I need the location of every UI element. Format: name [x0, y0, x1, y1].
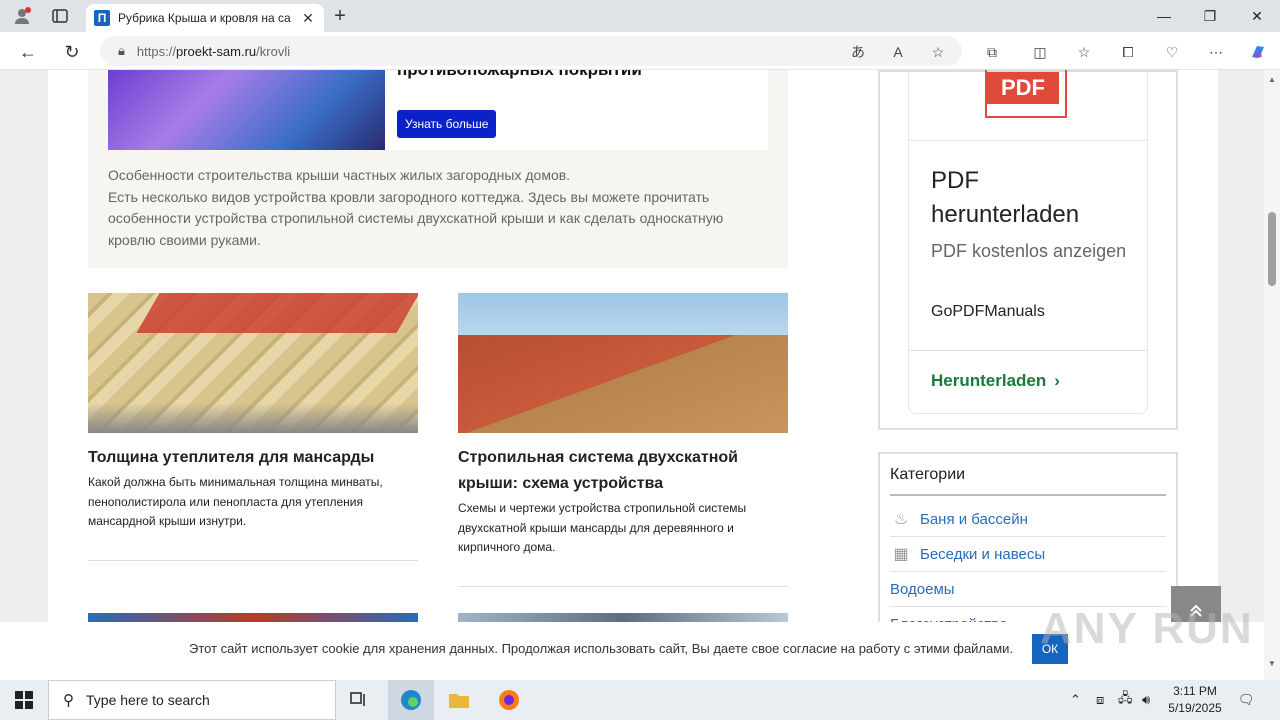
category-label[interactable]: Беседки и навесы [920, 546, 1045, 563]
category-item[interactable]: ▦ Беседки и навесы [890, 537, 1166, 572]
divider [909, 350, 1147, 351]
new-tab-icon[interactable]: + [330, 5, 350, 27]
volume-icon[interactable]: 🔊︎ [1142, 680, 1150, 720]
start-button[interactable] [0, 680, 48, 720]
favorites-icon[interactable]: ☆ [1074, 44, 1094, 60]
clock-date: 5/19/2025 [1168, 701, 1222, 715]
active-tab[interactable]: П Рубрика Крыша и кровля на са ✕ [86, 4, 324, 32]
site-favicon-icon: П [94, 10, 110, 26]
minimize-button[interactable]: — [1141, 4, 1187, 28]
split-screen-icon[interactable]: ◫ [1030, 44, 1050, 60]
category-label[interactable]: Баня и бассейн [920, 511, 1028, 528]
extensions-icon[interactable]: ⧉ [982, 44, 1002, 60]
more-menu-icon[interactable]: ⋯ [1206, 44, 1226, 60]
article-image-insulation[interactable] [88, 293, 418, 433]
scroll-down-arrow-icon[interactable]: ▼ [1264, 656, 1280, 670]
url-protocol: https:// [136, 43, 176, 59]
article-title[interactable]: Стропильная система двухскатной крыши: с… [458, 445, 788, 497]
article-description: Схемы и чертежи устройства стропильной с… [458, 501, 747, 554]
windows-taskbar: ⚲ Type here to search ⌃ ⧈ 🖧︎ 🔊︎ 3:11 PM … [0, 680, 1280, 720]
translate-icon[interactable]: あ [848, 44, 868, 60]
intro-line-2: Есть несколько видов устройства кровли з… [108, 188, 724, 248]
pdf-ad-brand: GoPDFManuals [931, 303, 1045, 320]
reload-icon[interactable]: ↻ [60, 40, 84, 64]
categories-underline [890, 494, 1166, 496]
taskbar-search-placeholder: Type here to search [86, 692, 210, 708]
taskbar-search-input[interactable]: ⚲ Type here to search [48, 680, 336, 720]
task-view-icon[interactable] [336, 680, 382, 720]
pdf-ad-card[interactable]: PDF PDF herunterladen PDF kostenlos anze… [908, 70, 1148, 414]
pdf-icon-label: PDF [987, 72, 1059, 104]
taskbar-clock[interactable]: 3:11 PM 5/19/2025 [1162, 683, 1228, 717]
categories-title: Категории [890, 466, 966, 483]
anyrun-watermark: ANY RUN [1040, 604, 1254, 653]
close-window-button[interactable]: ✕ [1234, 4, 1280, 28]
gazebo-icon: ▦ [893, 546, 909, 563]
collections-icon[interactable]: ⧠ [1118, 44, 1138, 60]
intro-text: Особенности строительства крыши частных … [108, 165, 768, 251]
favorite-star-icon[interactable]: ☆ [928, 44, 948, 60]
article-divider [88, 559, 418, 561]
page-viewport: противопожарных покрытий Узнать больше О… [0, 70, 1264, 680]
article-image-roof[interactable] [458, 293, 788, 433]
vertical-scrollbar[interactable]: ▲ ▼ [1264, 70, 1280, 680]
sauna-icon: ♨ [893, 511, 909, 528]
performance-icon[interactable]: ♡ [1162, 44, 1182, 60]
category-label[interactable]: Водоемы [890, 581, 955, 598]
address-toolbar: ← ↻ 🔒︎ https://proekt-sam.ru/krovli あ A … [0, 32, 1280, 70]
read-aloud-icon[interactable]: A [888, 44, 908, 60]
pdf-file-icon: PDF [985, 70, 1067, 118]
tab-actions-icon[interactable] [50, 6, 70, 26]
edge-taskbar-icon[interactable] [388, 680, 434, 720]
lock-icon: 🔒︎ [118, 43, 125, 58]
url-path: /krovli [256, 43, 291, 59]
page-content: противопожарных покрытий Узнать больше О… [48, 70, 1221, 680]
ad-banner[interactable]: противопожарных покрытий Узнать больше [108, 70, 768, 150]
file-explorer-icon[interactable] [436, 680, 482, 720]
copilot-icon[interactable] [1248, 44, 1268, 60]
ad-title: противопожарных покрытий [397, 70, 642, 80]
clock-time: 3:11 PM [1173, 684, 1217, 698]
back-icon[interactable]: ← [16, 40, 40, 64]
tray-device-icon[interactable]: ⧈ [1096, 680, 1104, 720]
cookie-text: Этот сайт использует cookie для хранения… [189, 641, 1014, 656]
article-description: Какой должна быть минимальная толщина ми… [88, 475, 383, 528]
profile-icon[interactable] [12, 6, 32, 26]
browser-tab-bar: П Рубрика Крыша и кровля на са ✕ + — ❐ ✕ [0, 0, 1280, 32]
search-icon: ⚲ [63, 692, 74, 709]
tab-title: Рубрика Крыша и кровля на са [118, 11, 291, 25]
close-tab-icon[interactable]: ✕ [300, 10, 316, 27]
article-card[interactable]: Толщина утеплителя для мансарды Какой до… [88, 293, 418, 561]
address-bar[interactable]: 🔒︎ https://proekt-sam.ru/krovli [100, 36, 962, 66]
divider [909, 140, 1147, 141]
tray-chevron-icon[interactable]: ⌃ [1070, 680, 1081, 720]
pdf-ad-box: PDF PDF herunterladen PDF kostenlos anze… [878, 70, 1178, 430]
category-item[interactable]: Водоемы [890, 572, 1166, 607]
scroll-up-arrow-icon[interactable]: ▲ [1264, 72, 1280, 86]
firefox-icon[interactable] [486, 680, 532, 720]
url-host: proekt-sam.ru [175, 43, 257, 59]
pdf-ad-subtitle: PDF kostenlos anzeigen [931, 241, 1127, 261]
scrollbar-thumb[interactable] [1268, 212, 1276, 286]
intro-line-1: Особенности строительства крыши частных … [108, 167, 571, 183]
restore-button[interactable]: ❐ [1187, 4, 1233, 28]
pdf-download-label: Herunterladen [931, 371, 1047, 390]
chevron-right-icon: › [1054, 371, 1060, 390]
article-divider [458, 585, 788, 587]
category-item[interactable]: ♨ Баня и бассейн [890, 502, 1166, 537]
pdf-ad-heading[interactable]: PDF herunterladen [931, 164, 1131, 232]
category-intro: противопожарных покрытий Узнать больше О… [88, 70, 788, 268]
ad-learn-more-button[interactable]: Узнать больше [397, 110, 497, 138]
pdf-download-link[interactable]: Herunterladen › [931, 371, 1060, 391]
network-icon[interactable]: 🖧︎ [1118, 680, 1133, 720]
article-title[interactable]: Толщина утеплителя для мансарды [88, 445, 418, 471]
ad-image [108, 70, 385, 150]
article-card[interactable]: Стропильная система двухскатной крыши: с… [458, 293, 788, 587]
notifications-icon[interactable]: 🗨︎ [1238, 680, 1255, 720]
